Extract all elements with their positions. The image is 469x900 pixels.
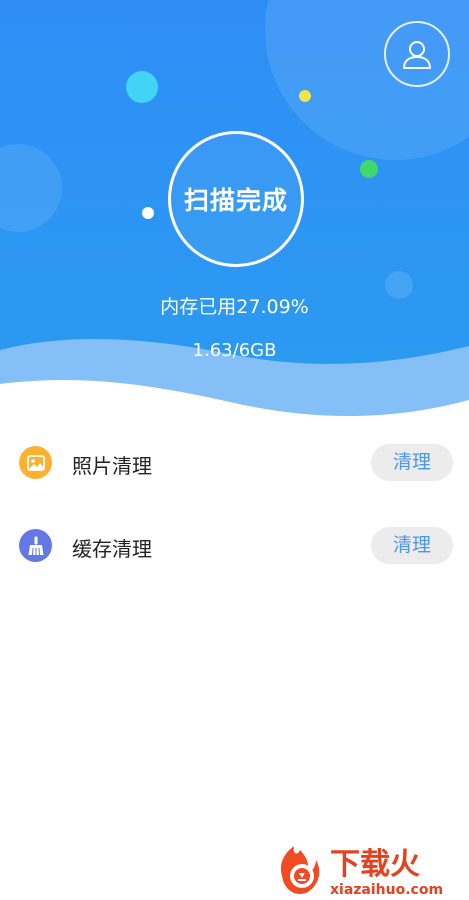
user-icon — [403, 41, 431, 69]
image-icon — [19, 446, 52, 479]
watermark-logo: 下载火 xiazaihuo.com — [280, 846, 443, 898]
photo-clean-button[interactable]: 清理 — [371, 444, 453, 481]
header-panel: 扫描完成 内存已用27.09% 1.63/6GB — [0, 0, 469, 430]
memory-usage-text: 内存已用27.09% — [160, 296, 309, 318]
list-item-label: 缓存清理 — [72, 537, 152, 561]
broom-icon — [19, 529, 52, 562]
svg-text:下载火: 下载火 — [330, 847, 420, 882]
memory-size-text: 1.63/6GB — [192, 340, 277, 361]
scan-status-circle[interactable]: 扫描完成 — [168, 131, 304, 267]
list-item-cache-clean: 缓存清理 清理 — [0, 516, 469, 576]
app-screen: 扫描完成 内存已用27.09% 1.63/6GB 照片清理 清理 缓存清理 清理… — [0, 0, 469, 900]
scan-status-label: 扫描完成 — [183, 186, 288, 215]
cache-clean-button[interactable]: 清理 — [371, 527, 453, 564]
list-item-label: 照片清理 — [72, 454, 152, 478]
list-item-photo-clean: 照片清理 清理 — [0, 433, 469, 493]
profile-button[interactable] — [384, 21, 450, 87]
svg-text:xiazaihuo.com: xiazaihuo.com — [330, 882, 443, 898]
